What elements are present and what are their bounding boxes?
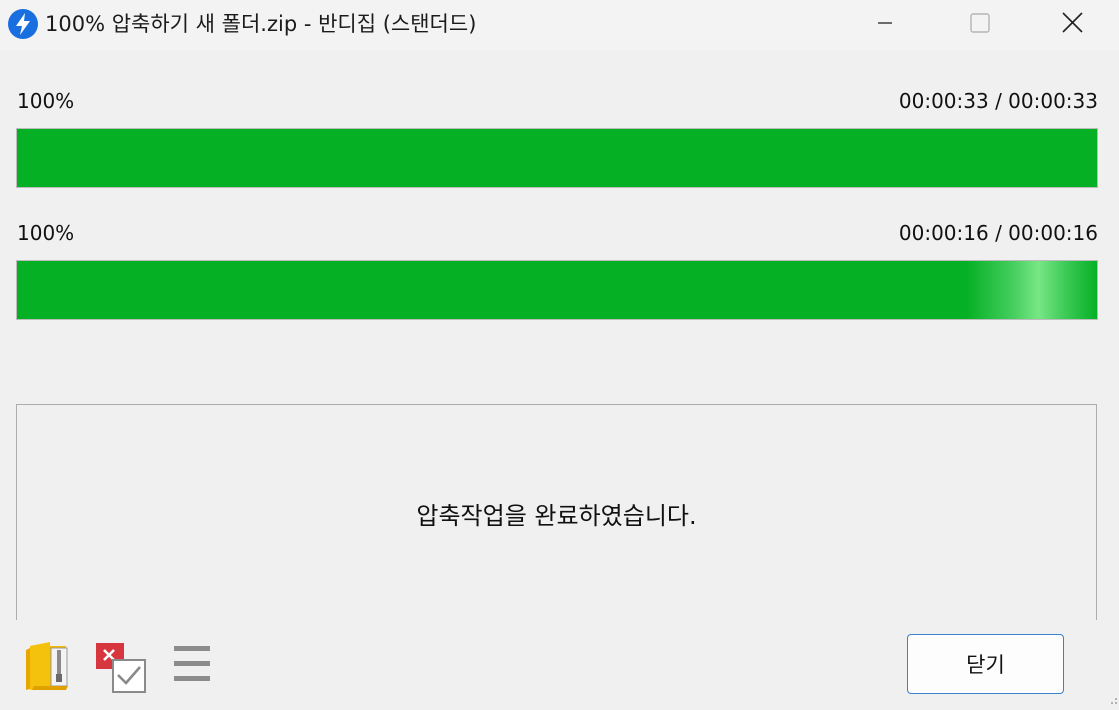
minimize-button[interactable] — [862, 0, 908, 46]
file-progress-fill — [17, 261, 1097, 319]
total-progress-bar — [16, 128, 1098, 188]
file-progress-time: 00:00:16 / 00:00:16 — [898, 221, 1098, 245]
file-progress-bar — [16, 260, 1098, 320]
status-message: 압축작업을 완료하였습니다. — [416, 502, 697, 530]
close-window-button[interactable] — [1049, 0, 1095, 46]
delete-after-compress-icon[interactable] — [95, 640, 146, 693]
total-progress-fill — [17, 129, 1097, 187]
open-folder-icon[interactable] — [22, 640, 72, 692]
progress-shimmer — [967, 261, 1097, 319]
menu-icon[interactable] — [170, 640, 220, 692]
status-message-panel: 압축작업을 완료하였습니다. — [16, 404, 1097, 620]
close-button[interactable]: 닫기 — [907, 634, 1064, 694]
file-progress-percent: 100% — [17, 221, 75, 245]
resize-grip[interactable] — [1103, 690, 1119, 706]
total-progress-percent: 100% — [17, 89, 75, 113]
bandizip-app-icon — [8, 9, 38, 39]
total-progress-time: 00:00:33 / 00:00:33 — [898, 89, 1098, 113]
title-bar: 100% 압축하기 새 폴더.zip - 반디집 (스탠더드) — [0, 0, 1119, 50]
window-title: 100% 압축하기 새 폴더.zip - 반디집 (스탠더드) — [45, 12, 477, 36]
maximize-button[interactable] — [957, 0, 1003, 46]
